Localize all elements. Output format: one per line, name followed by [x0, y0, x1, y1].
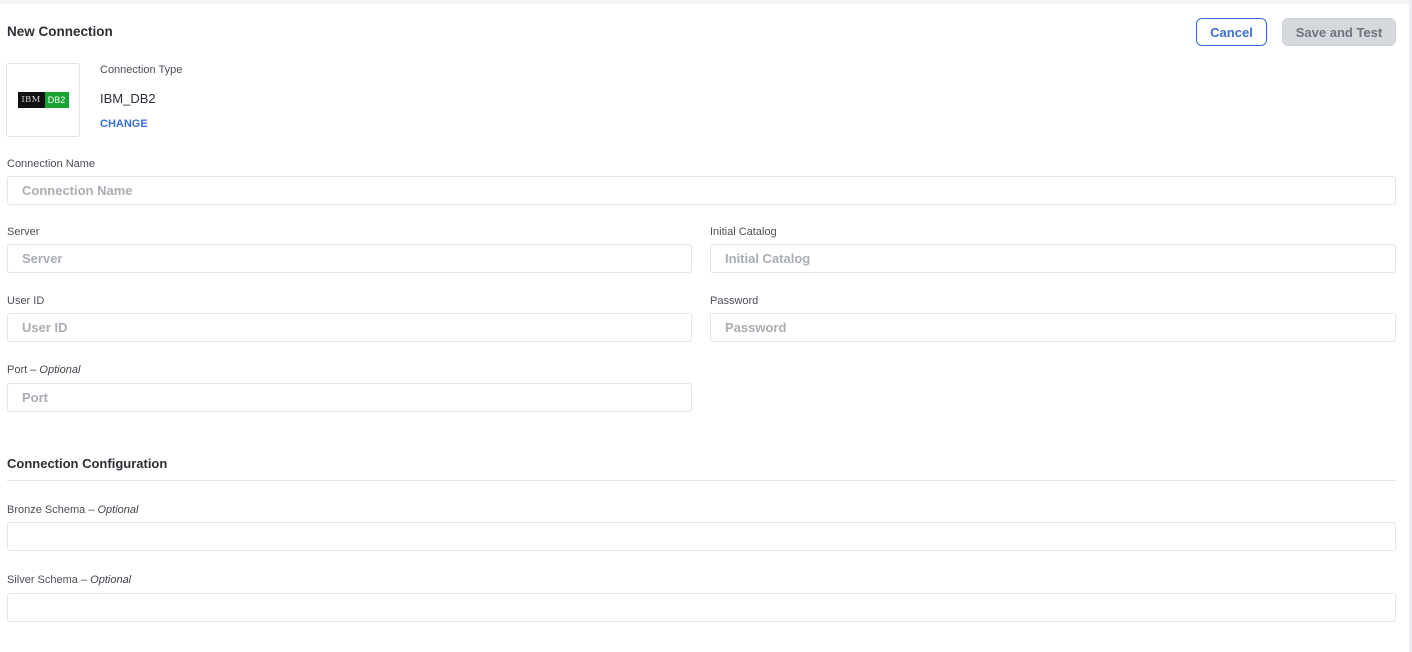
- bronze-schema-label: Bronze Schema – Optional: [7, 504, 138, 516]
- save-and-test-button[interactable]: Save and Test: [1282, 18, 1396, 46]
- ibm-db2-logo: IBM DB2: [17, 92, 69, 108]
- port-input[interactable]: [7, 383, 692, 412]
- port-label-text: Port: [7, 364, 28, 376]
- connection-name-label: Connection Name: [7, 158, 96, 170]
- password-input[interactable]: [710, 313, 1396, 342]
- connection-type-label: Connection Type: [100, 64, 183, 76]
- port-label: Port – Optional: [7, 364, 80, 376]
- top-border: [0, 0, 1412, 4]
- bronze-schema-input[interactable]: [7, 522, 1396, 551]
- user-id-input[interactable]: [7, 313, 692, 342]
- connection-configuration-heading: Connection Configuration: [7, 456, 168, 471]
- bronze-schema-optional-tag: – Optional: [88, 504, 139, 516]
- password-label: Password: [710, 295, 759, 307]
- silver-schema-input[interactable]: [7, 593, 1396, 622]
- cancel-button[interactable]: Cancel: [1196, 18, 1267, 46]
- silver-schema-label-text: Silver Schema: [7, 574, 78, 586]
- silver-schema-optional-tag: – Optional: [80, 574, 132, 586]
- change-connection-type-link[interactable]: CHANGE: [100, 118, 148, 130]
- logo-db2-text: DB2: [44, 92, 69, 108]
- initial-catalog-input[interactable]: [710, 244, 1396, 273]
- port-optional-tag: – Optional: [30, 364, 81, 376]
- section-divider: [7, 480, 1396, 481]
- initial-catalog-label: Initial Catalog: [710, 226, 777, 238]
- connection-type-value: IBM_DB2: [100, 91, 156, 106]
- user-id-label: User ID: [7, 295, 45, 307]
- connection-type-logo: IBM DB2: [6, 63, 80, 137]
- logo-ibm-text: IBM: [17, 92, 45, 108]
- server-label: Server: [7, 226, 40, 238]
- page-title: New Connection: [7, 24, 113, 39]
- server-input[interactable]: [7, 244, 692, 273]
- silver-schema-label: Silver Schema – Optional: [7, 574, 131, 586]
- bronze-schema-label-text: Bronze Schema: [7, 504, 86, 516]
- connection-name-input[interactable]: [7, 176, 1396, 205]
